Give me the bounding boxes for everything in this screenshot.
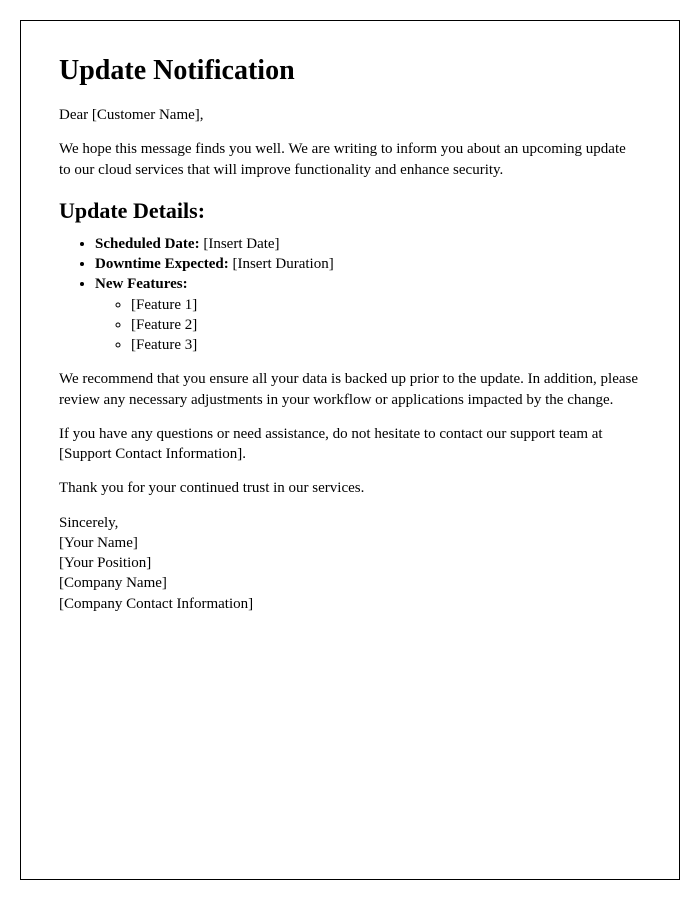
detail-downtime-label: Downtime Expected: [95,256,229,272]
feature-item: [Feature 1] [131,295,641,315]
recommend-paragraph: We recommend that you ensure all your da… [59,369,641,410]
details-list: Scheduled Date: [Insert Date] Downtime E… [59,234,641,356]
feature-item: [Feature 2] [131,315,641,335]
detail-scheduled: Scheduled Date: [Insert Date] [95,234,641,254]
document-page: Update Notification Dear [Customer Name]… [20,20,680,880]
feature-item: [Feature 3] [131,335,641,355]
detail-downtime-value: [Insert Duration] [229,256,334,272]
detail-downtime: Downtime Expected: [Insert Duration] [95,254,641,274]
page-title: Update Notification [59,55,641,87]
features-sublist: [Feature 1] [Feature 2] [Feature 3] [95,295,641,356]
thanks-paragraph: Thank you for your continued trust in ou… [59,478,641,498]
details-heading: Update Details: [59,198,641,224]
signature-company: [Company Name] [59,573,641,593]
detail-scheduled-value: [Insert Date] [200,236,280,252]
intro-paragraph: We hope this message finds you well. We … [59,139,641,180]
signature-closing: Sincerely, [59,513,641,533]
detail-features: New Features: [Feature 1] [Feature 2] [F… [95,274,641,355]
signature-contact: [Company Contact Information] [59,594,641,614]
signature-block: Sincerely, [Your Name] [Your Position] [… [59,513,641,614]
greeting: Dear [Customer Name], [59,105,641,125]
detail-features-label: New Features: [95,276,188,292]
signature-position: [Your Position] [59,553,641,573]
signature-name: [Your Name] [59,533,641,553]
detail-scheduled-label: Scheduled Date: [95,236,200,252]
support-paragraph: If you have any questions or need assist… [59,424,641,465]
